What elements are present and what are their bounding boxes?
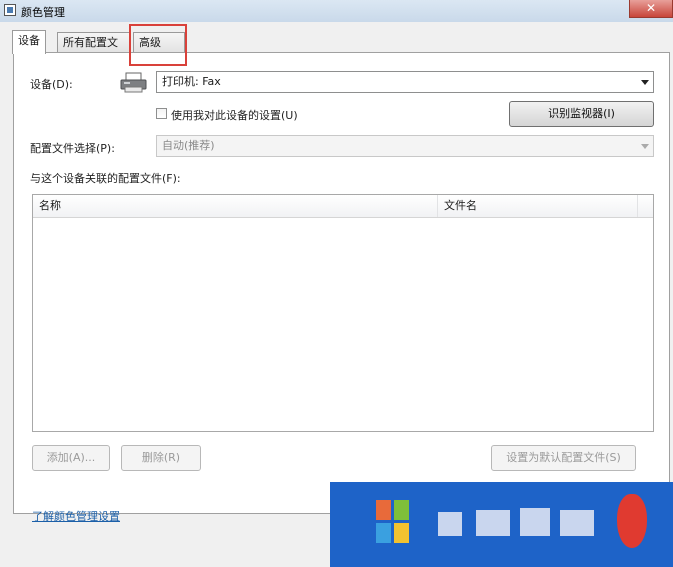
watermark-banner <box>330 482 673 567</box>
color-management-window: 颜色管理 ✕ 设备 所有配置文件 高级 设备(D): 打印机: Fax 使用我对… <box>0 0 673 567</box>
column-header-name[interactable]: 名称 <box>33 195 437 217</box>
profile-selection-select[interactable]: 自动(推荐) <box>156 135 654 157</box>
blurred-glyph <box>438 512 462 536</box>
learn-color-management-link[interactable]: 了解颜色管理设置 <box>32 508 120 524</box>
use-my-settings-label[interactable]: 使用我对此设备的设置(U) <box>171 107 298 123</box>
identify-monitors-button[interactable]: 识别监视器(I) <box>509 101 654 127</box>
tab-highlight-box <box>129 24 187 66</box>
profile-selection-value: 自动(推荐) <box>162 139 215 152</box>
tab-all-profiles[interactable]: 所有配置文件 <box>57 32 131 68</box>
blurred-logo-icon <box>617 494 647 548</box>
blurred-glyph <box>520 508 550 536</box>
title-bar[interactable]: 颜色管理 ✕ <box>0 0 673 22</box>
blurred-glyph <box>476 510 510 536</box>
chevron-down-icon <box>641 80 649 85</box>
remove-button[interactable]: 删除(R) <box>121 445 201 471</box>
windows-logo-icon <box>376 500 409 543</box>
profile-selection-label: 配置文件选择(P): <box>30 142 115 155</box>
device-select-value: 打印机: Fax <box>162 75 221 88</box>
list-header: 名称 文件名 <box>33 195 653 218</box>
use-my-settings-checkbox[interactable] <box>156 108 167 119</box>
column-header-filename[interactable]: 文件名 <box>437 195 637 217</box>
associated-profiles-label: 与这个设备关联的配置文件(F): <box>30 172 181 185</box>
device-select[interactable]: 打印机: Fax <box>156 71 654 93</box>
add-button[interactable]: 添加(A)... <box>32 445 110 471</box>
associated-profiles-list[interactable]: 名称 文件名 <box>32 194 654 432</box>
set-default-profile-button[interactable]: 设置为默认配置文件(S) <box>491 445 636 471</box>
window-title: 颜色管理 <box>21 6 65 19</box>
device-label: 设备(D): <box>30 78 73 91</box>
tab-devices[interactable]: 设备 <box>12 30 46 54</box>
chevron-down-icon <box>641 144 649 149</box>
column-header-filler <box>637 195 653 217</box>
printer-icon <box>120 72 147 93</box>
app-window-icon <box>4 4 16 16</box>
close-button[interactable]: ✕ <box>629 0 673 18</box>
blurred-glyph <box>560 510 594 536</box>
